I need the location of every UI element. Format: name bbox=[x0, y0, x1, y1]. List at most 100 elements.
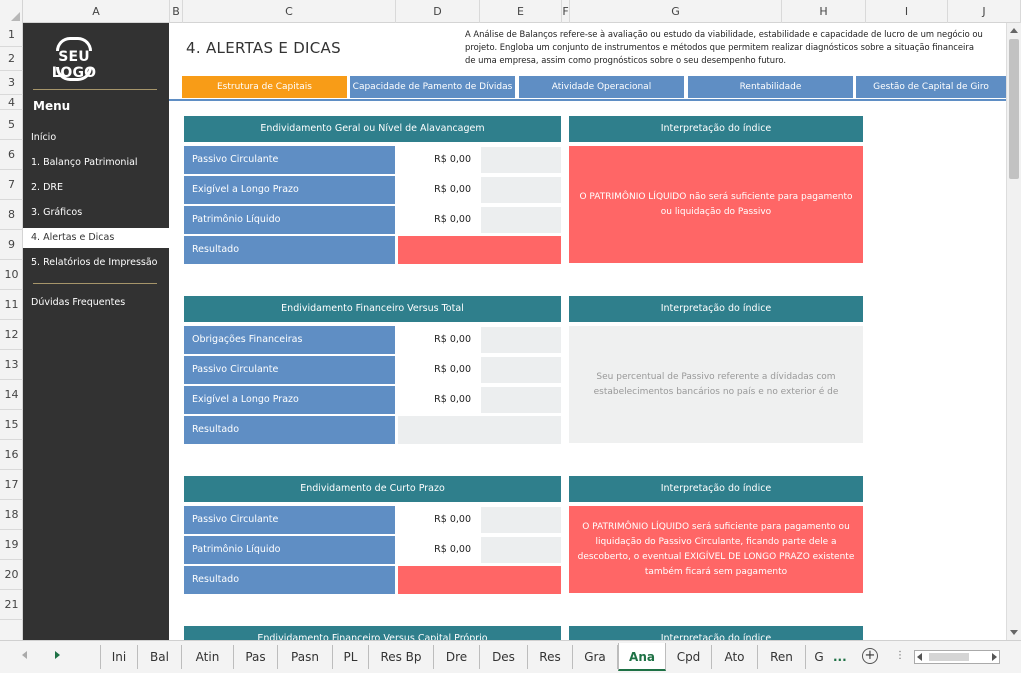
sidebar-item-relatorios-de-impressao[interactable]: 5. Relatórios de Impressão bbox=[23, 253, 169, 273]
row-header-10[interactable]: 10 bbox=[0, 260, 23, 290]
next-sheet-icon[interactable] bbox=[55, 651, 60, 659]
sidebar-item-duvidas-frequentes[interactable]: Dúvidas Frequentes bbox=[23, 293, 169, 313]
tab-rentabilidade[interactable]: Rentabilidade bbox=[688, 76, 853, 98]
row-label-passivo-circulante: Passivo Circulante bbox=[184, 146, 395, 174]
scroll-right-icon[interactable] bbox=[992, 653, 997, 661]
tab-underline bbox=[169, 99, 1006, 101]
row-header-19[interactable]: 19 bbox=[0, 530, 23, 560]
row-header-6[interactable]: 6 bbox=[0, 140, 23, 170]
tab-estrutura-de-capitais[interactable]: Estrutura de Capitais bbox=[182, 76, 347, 98]
add-sheet-icon[interactable]: + bbox=[862, 648, 878, 664]
tab-gestao-de-capital-de-giro[interactable]: Gestão de Capital de Giro bbox=[856, 76, 1006, 98]
sheet-tab-cpd[interactable]: Cpd bbox=[666, 645, 712, 669]
scroll-left-icon[interactable] bbox=[917, 653, 922, 661]
select-all-corner[interactable] bbox=[0, 0, 23, 23]
sheet-tab-pl[interactable]: PL bbox=[333, 645, 369, 669]
row-header-4[interactable]: 4 bbox=[0, 95, 23, 110]
row-value-passivo-circulante[interactable]: R$ 0,00 bbox=[398, 506, 479, 534]
row-header-3[interactable]: 3 bbox=[0, 71, 23, 95]
scroll-down-icon[interactable] bbox=[1010, 630, 1018, 635]
row-header-5[interactable]: 5 bbox=[0, 110, 23, 140]
sheet-tab-pasn[interactable]: Pasn bbox=[278, 645, 333, 669]
row-header-15[interactable]: 15 bbox=[0, 410, 23, 440]
block-title-endividamento-financeiro-total: Endividamento Financeiro Versus Total bbox=[184, 296, 561, 322]
row-header-11[interactable]: 11 bbox=[0, 290, 23, 320]
column-header-i[interactable]: I bbox=[866, 0, 948, 23]
row-header-13[interactable]: 13 bbox=[0, 350, 23, 380]
sheet-tab-res[interactable]: Res bbox=[528, 645, 573, 669]
sidebar-item-balanco-patrimonial[interactable]: 1. Balanço Patrimonial bbox=[23, 153, 169, 173]
row-value-obrigacoes-financeiras[interactable]: R$ 0,00 bbox=[398, 326, 479, 354]
row-extra-cell[interactable] bbox=[481, 177, 561, 203]
page-description-line: de uma empresa, assim como prognósticos … bbox=[465, 55, 787, 65]
column-header-j[interactable]: J bbox=[948, 0, 1021, 23]
sheet-tab-bal[interactable]: Bal bbox=[138, 645, 182, 669]
row-value-exigivel-longo-prazo[interactable]: R$ 0,00 bbox=[398, 176, 479, 204]
result-indicator bbox=[398, 236, 561, 264]
sheet-tab-g[interactable]: G bbox=[806, 645, 832, 669]
row-value-passivo-circulante[interactable]: R$ 0,00 bbox=[398, 356, 479, 384]
scroll-thumb[interactable] bbox=[1009, 39, 1019, 179]
row-extra-cell[interactable] bbox=[481, 327, 561, 353]
column-header-f[interactable]: F bbox=[562, 0, 570, 23]
tab-capacidade-de-pagamento[interactable]: Capacidade de Pamento de Dívidas bbox=[350, 76, 515, 98]
row-value-patrimonio-liquido[interactable]: R$ 0,00 bbox=[398, 536, 479, 564]
column-header-a[interactable]: A bbox=[23, 0, 170, 23]
sheet-tab-ana[interactable]: Ana bbox=[618, 643, 666, 671]
row-header-12[interactable]: 12 bbox=[0, 320, 23, 350]
sheet-tab-pas[interactable]: Pas bbox=[234, 645, 278, 669]
interp-title: Interpretação do índice bbox=[569, 476, 863, 502]
sheet-tab-gra[interactable]: Gra bbox=[573, 645, 618, 669]
row-value-passivo-circulante[interactable]: R$ 0,00 bbox=[398, 146, 479, 174]
prev-sheet-icon[interactable] bbox=[22, 651, 27, 659]
block-title-endividamento-financeiro-capital-proprio: Endividamento Financeiro Versus Capital … bbox=[184, 626, 561, 640]
column-header-d[interactable]: D bbox=[396, 0, 480, 23]
row-header-21[interactable]: 21 bbox=[0, 590, 23, 620]
row-extra-cell[interactable] bbox=[481, 357, 561, 383]
column-header-b[interactable]: B bbox=[170, 0, 183, 23]
row-label-patrimonio-liquido: Patrimônio Líquido bbox=[184, 206, 395, 234]
sheet-tab-des[interactable]: Des bbox=[480, 645, 528, 669]
sheet-tab-atin[interactable]: Atin bbox=[182, 645, 234, 669]
row-header-20[interactable]: 20 bbox=[0, 560, 23, 590]
column-header-g[interactable]: G bbox=[570, 0, 782, 23]
row-header-8[interactable]: 8 bbox=[0, 200, 23, 230]
column-header-h[interactable]: H bbox=[782, 0, 866, 23]
vertical-scrollbar[interactable] bbox=[1006, 23, 1021, 640]
tab-atividade-operacional[interactable]: Atividade Operacional bbox=[519, 76, 684, 98]
sidebar-item-inicio[interactable]: Início bbox=[23, 128, 169, 148]
sheet-tab-dre[interactable]: Dre bbox=[434, 645, 480, 669]
result-indicator bbox=[398, 566, 561, 594]
sheet-tab-ren[interactable]: Ren bbox=[758, 645, 806, 669]
row-value-exigivel-longo-prazo[interactable]: R$ 0,00 bbox=[398, 386, 479, 414]
horizontal-scrollbar[interactable] bbox=[914, 650, 1000, 664]
row-header-9[interactable]: 9 bbox=[0, 230, 23, 260]
row-header-16[interactable]: 16 bbox=[0, 440, 23, 470]
horizontal-scroll-thumb[interactable] bbox=[929, 653, 969, 661]
row-extra-cell[interactable] bbox=[481, 387, 561, 413]
column-header-e[interactable]: E bbox=[480, 0, 562, 23]
sheet-tab-res-bp[interactable]: Res Bp bbox=[369, 645, 434, 669]
row-value-patrimonio-liquido[interactable]: R$ 0,00 bbox=[398, 206, 479, 234]
row-header-1[interactable]: 1 bbox=[0, 23, 23, 47]
row-extra-cell[interactable] bbox=[481, 507, 561, 533]
scroll-up-icon[interactable] bbox=[1010, 28, 1018, 33]
row-header-18[interactable]: 18 bbox=[0, 500, 23, 530]
sidebar-item-dre[interactable]: 2. DRE bbox=[23, 178, 169, 198]
sidebar-item-graficos[interactable]: 3. Gráficos bbox=[23, 203, 169, 223]
row-extra-cell[interactable] bbox=[481, 207, 561, 233]
row-header-17[interactable]: 17 bbox=[0, 470, 23, 500]
sidebar-divider-bottom bbox=[33, 283, 157, 284]
row-header-14[interactable]: 14 bbox=[0, 380, 23, 410]
row-extra-cell[interactable] bbox=[481, 147, 561, 173]
column-header-c[interactable]: C bbox=[183, 0, 396, 23]
sidebar-item-alertas-e-dicas[interactable]: 4. Alertas e Dicas bbox=[23, 228, 169, 248]
row-header-2[interactable]: 2 bbox=[0, 47, 23, 71]
row-header-7[interactable]: 7 bbox=[0, 170, 23, 200]
interp-text: O PATRIMÔNIO LÍQUIDO não será suficiente… bbox=[569, 146, 863, 263]
sheet-tab-ato[interactable]: Ato bbox=[712, 645, 758, 669]
more-sheets-ellipsis[interactable]: ... bbox=[833, 645, 847, 669]
sheet-tab-ini[interactable]: Ini bbox=[100, 645, 138, 669]
split-handle-icon[interactable]: ⋮ bbox=[895, 650, 905, 661]
row-extra-cell[interactable] bbox=[481, 537, 561, 563]
